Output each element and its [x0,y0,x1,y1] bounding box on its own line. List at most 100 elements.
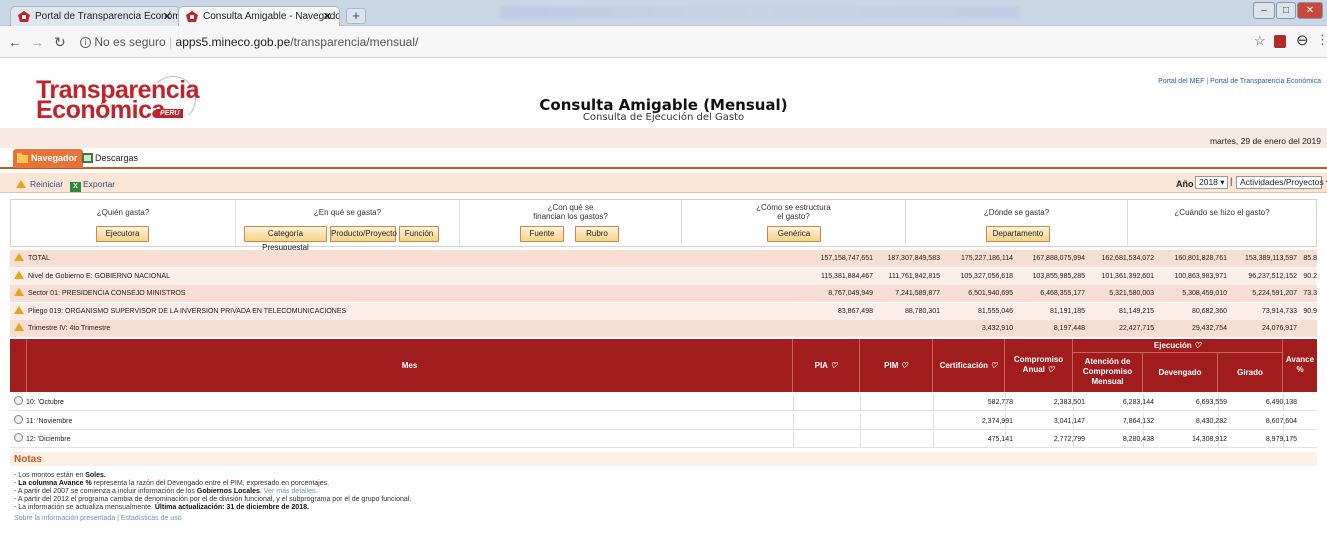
row-radio[interactable] [14,433,23,442]
generica-button[interactable]: Genérica [767,226,821,242]
question-quien-label: ¿Quién gasta? [96,208,150,217]
browser-tab-portal[interactable]: Portal de Transparencia Económi ✕ [10,6,180,26]
header-avance[interactable]: Avance % [1283,339,1317,392]
url-field[interactable]: i No es seguro | apps5.mineco.gob.pe/tra… [80,32,418,52]
tab-descargas[interactable]: Descargas [78,149,143,168]
summary-row[interactable]: Sector 01: PRESIDENCIA CONSEJO MINISTROS… [10,285,1317,302]
sort-icon[interactable]: ♡ [901,361,908,370]
link-estadisticas[interactable]: Estadísticas de uso [121,515,182,522]
summary-row-label[interactable]: TOTAL [14,250,50,267]
header-pia-label: PIA [814,361,828,370]
close-icon[interactable]: ✕ [163,10,172,23]
link-portal-mef[interactable]: Portal del MEF [1158,78,1204,85]
header-girado[interactable]: Girado [1218,353,1283,392]
back-icon[interactable]: ← [8,34,22,50]
expand-icon [14,270,24,279]
new-tab-button[interactable]: + [346,8,366,24]
question-quien: ¿Quién gasta? Ejecutora [11,200,236,246]
link-portal-transparencia[interactable]: Portal de Transparencia Económica [1210,78,1321,85]
header-compromiso[interactable]: Compromiso Anual ♡ [1005,339,1073,392]
ejecutora-button[interactable]: Ejecutora [96,226,149,242]
summary-row[interactable]: Trimestre IV: 4to Trimestre 3,432,910 8,19… [10,320,1317,337]
export-button[interactable]: X Exportar [70,179,115,192]
header-aten-label-1: Atención de [1084,357,1131,366]
summary-cell-dev: 80,682,360 [1191,307,1227,315]
cell-comp: 3,041,147 [1053,417,1085,425]
table-row[interactable]: 12: 'Diciembre 475,141 2,772,799 8,280,438 1… [10,431,1317,448]
summary-row-label[interactable]: Nivel de Gobierno E: GOBIERNO NACIONAL [14,268,170,285]
header-pia[interactable]: PIA ♡ [793,339,860,392]
minimize-button[interactable]: – [1253,2,1275,19]
departamento-button[interactable]: Departamento [986,226,1050,242]
profile-icon[interactable]: ⊖ [1296,31,1309,49]
header-certificacion[interactable]: Certificación ♡ [933,339,1005,392]
row-radio[interactable] [14,396,23,405]
header-pim-label: PIM [884,361,899,370]
sort-icon[interactable]: ♡ [990,361,997,370]
sort-icon[interactable]: ♡ [1194,341,1201,350]
summary-cell-pim: 7,241,589,877 [895,290,940,297]
summary-row-text: Pliego 019: ORGANISMO SUPERVISOR DE LA I… [28,307,347,315]
question-en-que-label: ¿En qué se gasta? [313,208,382,217]
window-close-button[interactable]: ✕ [1297,2,1323,19]
header-mes-label: Mes [401,361,418,370]
header-select-col [10,339,27,392]
info-icon[interactable]: i [80,37,91,48]
summary-cell-comp: 8,197,448 [1053,325,1085,332]
forward-icon[interactable]: → [30,34,44,50]
reload-icon[interactable]: ↻ [54,34,66,51]
extension-icon[interactable] [1274,35,1286,48]
bookmark-star-icon[interactable]: ☆ [1254,33,1266,49]
footer-links: Sobre la información presentada | Estadí… [14,515,182,522]
summary-cell-comp: 167,888,075,994 [1032,255,1085,262]
cell-aten: 8,280,438 [1122,436,1154,443]
table-row[interactable]: 10: 'Octubre 582,778 2,383,501 6,283,144 6,6… [10,394,1317,411]
section-tabs-bar [0,148,1327,169]
fuente-button[interactable]: Fuente [520,226,564,242]
categoria-presupuestal-button[interactable]: Categoría Presupuestal [244,226,327,252]
sort-icon[interactable]: ♡ [830,361,837,370]
column-divider [793,394,794,411]
question-como-label-1: ¿Cómo se estructura [756,203,831,212]
reset-label: Reiniciar [30,179,64,189]
summary-cell-dev: 160,801,828,761 [1174,255,1227,262]
month-label: 10: 'Octubre [26,399,64,406]
reset-button[interactable]: Reiniciar [16,179,63,189]
scope-select[interactable]: Actividades/Proyectos ▾ [1236,176,1327,189]
summary-row-label[interactable]: Trimestre IV: 4to Trimestre [14,320,110,337]
page-subtitle: Consulta de Ejecución del Gasto [582,112,745,123]
summary-cell-pim: 88,780,301 [904,307,940,315]
header-aten-label-3: Mensual [1091,377,1124,386]
summary-cell-comp: 6,468,355,177 [1040,290,1085,297]
header-pim[interactable]: PIM ♡ [860,339,933,392]
cell-dev: 14,308,912 [1191,436,1227,443]
producto-proyecto-button[interactable]: Producto/Proyecto [330,226,397,242]
note-2-text: representa la razón del Devengado entre … [91,480,330,487]
header-atencion[interactable]: Atención de Compromiso Mensual [1073,353,1143,392]
year-select[interactable]: 2018 ▾ [1195,176,1228,189]
year-value: 2018 [1199,177,1218,187]
more-details-link[interactable]: Ver más detalles. [264,488,318,495]
close-icon[interactable]: ✕ [323,10,332,23]
link-sobre-informacion[interactable]: Sobre la información presentada [14,515,115,522]
summary-cell-cert: 175,227,186,114 [960,255,1013,262]
header-devengado[interactable]: Devengado [1143,353,1218,392]
summary-row-label[interactable]: Pliego 019: ORGANISMO SUPERVISOR DE LA I… [14,303,346,320]
rubro-button[interactable]: Rubro [575,226,619,242]
question-con-que-label-2: financian los gastos? [533,212,608,221]
tab-navegador[interactable]: Navegador [13,149,83,168]
funcion-button[interactable]: Función [399,226,439,242]
maximize-button[interactable]: □ [1276,2,1296,19]
row-radio[interactable] [14,414,23,424]
excel-icon: X [70,182,81,192]
summary-row-label[interactable]: Sector 01: PRESIDENCIA CONSEJO MINISTROS [14,285,186,302]
sort-icon[interactable]: ♡ [1047,365,1054,374]
summary-row[interactable]: TOTAL 157,158,747,651 187,307,849,583 175,2… [10,250,1317,267]
cell-dev: 6,693,559 [1195,399,1227,406]
summary-row[interactable]: Pliego 019: ORGANISMO SUPERVISOR DE LA I… [10,302,1317,320]
browser-tab-consulta[interactable]: Consulta Amigable - Navegador ✕ [178,6,340,26]
menu-icon[interactable]: ⋮ [1316,32,1327,48]
header-mes[interactable]: Mes [27,339,793,392]
summary-row[interactable]: Nivel de Gobierno E: GOBIERNO NACIONAL 11… [10,267,1317,285]
table-row[interactable]: 11: 'Noviembre 2,374,991 3,041,147 7,864,13… [10,412,1317,430]
